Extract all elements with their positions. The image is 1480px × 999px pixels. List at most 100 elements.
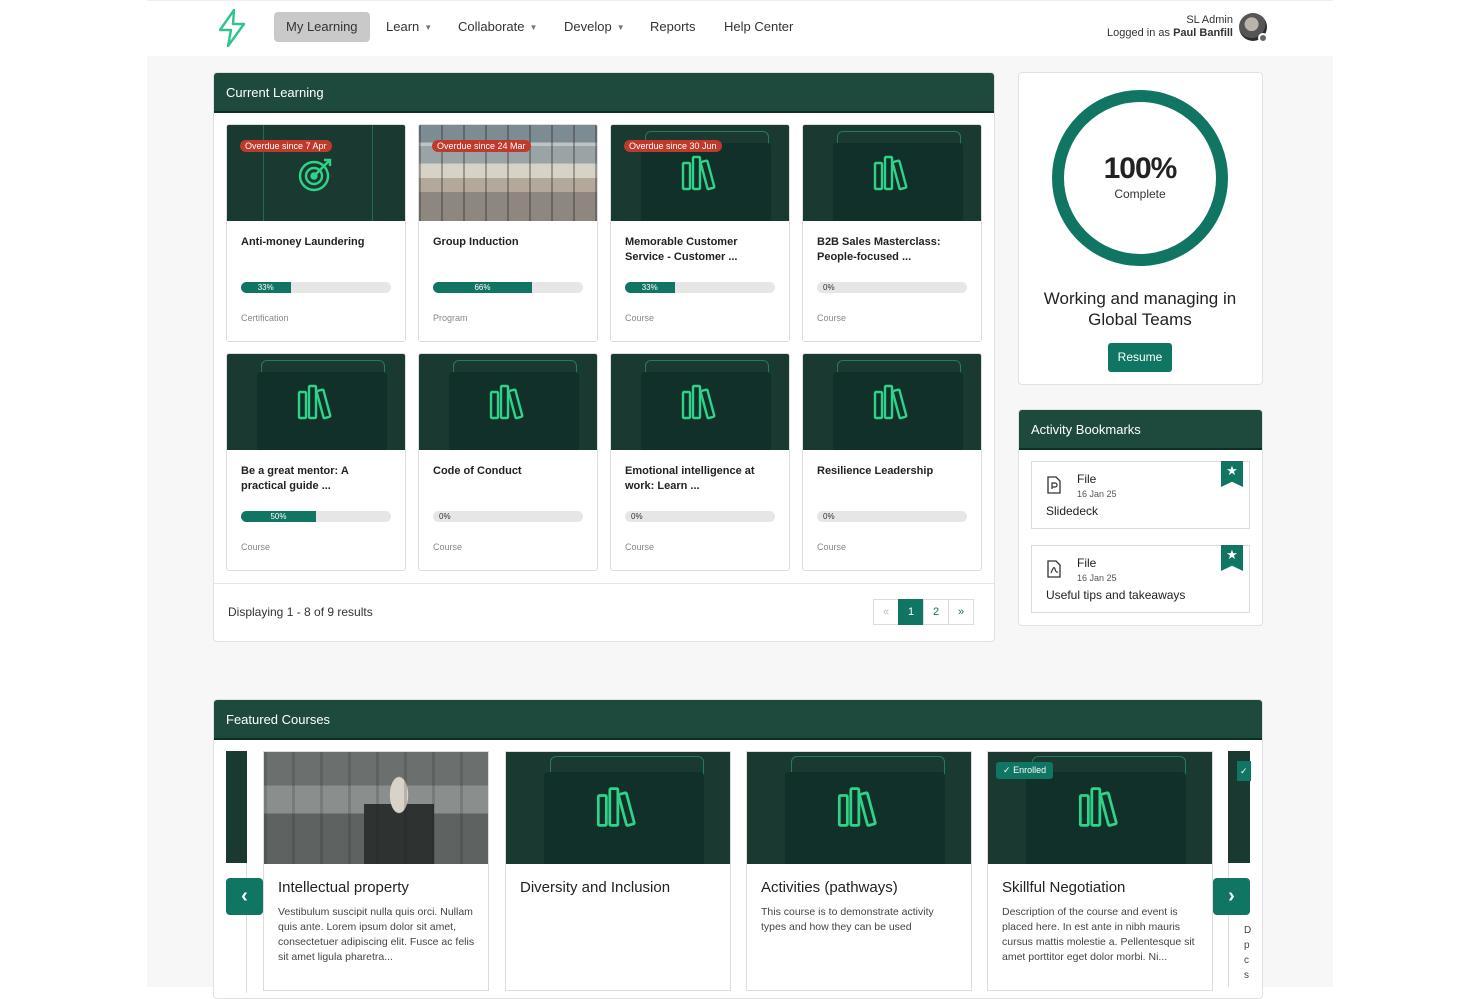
- user-name: Paul Banfill: [1173, 27, 1233, 39]
- course-card[interactable]: Overdue since 7 Apr Anti-money Laundering…: [226, 124, 406, 342]
- course-image: [803, 354, 981, 450]
- featured-card[interactable]: Diversity and Inclusion: [505, 751, 731, 991]
- pagination: « 1 2 »: [873, 599, 974, 625]
- resume-course-name[interactable]: Working and managing in Global Teams: [1020, 288, 1260, 330]
- nav-my-learning[interactable]: My Learning: [274, 12, 370, 42]
- books-icon: [873, 155, 908, 191]
- chevron-down-icon: ▼: [424, 23, 433, 32]
- course-card[interactable]: Code of Conduct 0% Course: [418, 353, 598, 571]
- course-image: [264, 752, 488, 864]
- course-type: Course: [625, 313, 655, 323]
- target-icon: [298, 158, 332, 192]
- course-image: Overdue since 24 Mar: [419, 125, 597, 221]
- pagination-page-1[interactable]: 1: [898, 599, 924, 625]
- user-role: SL Admin: [1186, 14, 1233, 26]
- progress-bar: 0%: [625, 511, 775, 522]
- course-title: B2B Sales Masterclass: People-focused ..…: [817, 236, 941, 263]
- carousel-next-button[interactable]: ›: [1213, 878, 1250, 915]
- nav-collaborate[interactable]: Collaborate ▼: [446, 12, 549, 42]
- user-login-text: Logged in as Paul Banfill: [1107, 27, 1233, 39]
- completion-percent: 100%: [1103, 152, 1178, 185]
- course-card[interactable]: Be a great mentor: A practical guide ...…: [226, 353, 406, 571]
- books-icon: [681, 155, 716, 191]
- course-title: Anti-money Laundering: [241, 236, 365, 248]
- progress-fill: 66%: [433, 282, 532, 293]
- progress-bar: 66%: [433, 282, 583, 293]
- featured-card[interactable]: ✓ Enrolled Skillful Negotiation Descript…: [987, 751, 1213, 991]
- course-type: Course: [625, 542, 655, 552]
- bookmark-item[interactable]: File 16 Jan 25 Useful tips and takeaways…: [1031, 545, 1250, 613]
- bookmark-name: Useful tips and takeaways: [1046, 588, 1186, 602]
- progress-bar: 0%: [817, 282, 967, 293]
- bookmark-item[interactable]: File 16 Jan 25 Slidedeck ★: [1031, 461, 1250, 529]
- nav-learn[interactable]: Learn ▼: [374, 12, 444, 42]
- books-icon: [596, 787, 636, 827]
- chevron-left-icon: ‹: [241, 885, 248, 907]
- course-image: Overdue since 30 Jun: [611, 125, 789, 221]
- course-image: [227, 354, 405, 450]
- pagination-prev[interactable]: «: [873, 599, 899, 625]
- progress-bar: 33%: [625, 282, 775, 293]
- course-card[interactable]: Overdue since 30 Jun Memorable Customer S…: [610, 124, 790, 342]
- nav-develop[interactable]: Develop ▼: [552, 12, 637, 42]
- featured-card-title: Skillful Negotiation: [1002, 879, 1126, 896]
- progress-label: 0%: [439, 512, 451, 521]
- pagination-page-2[interactable]: 2: [923, 599, 949, 625]
- pagination-next[interactable]: »: [948, 599, 974, 625]
- course-image: [506, 752, 730, 864]
- chevron-down-icon: ▼: [529, 23, 538, 32]
- progress-bar: 33%: [241, 282, 391, 293]
- course-type: Course: [817, 542, 847, 552]
- books-icon: [1078, 787, 1118, 827]
- books-icon: [837, 787, 877, 827]
- course-type: Course: [433, 542, 463, 552]
- completion-label: Complete: [1114, 187, 1166, 201]
- progress-label: 0%: [631, 512, 643, 521]
- course-image: [419, 354, 597, 450]
- course-card[interactable]: Emotional intelligence at work: Learn ..…: [610, 353, 790, 571]
- progress-label: 0%: [823, 283, 835, 292]
- progress-fill: 33%: [241, 282, 291, 293]
- overdue-badge: Overdue since 30 Jun: [624, 140, 722, 152]
- course-card[interactable]: B2B Sales Masterclass: People-focused ..…: [802, 124, 982, 342]
- featured-card[interactable]: Activities (pathways) This course is to …: [746, 751, 972, 991]
- books-icon: [681, 384, 716, 420]
- partial-desc: D p c s: [1244, 925, 1252, 981]
- course-title: Resilience Leadership: [817, 465, 934, 477]
- logo-icon[interactable]: [214, 8, 250, 48]
- check-icon: ✓: [1237, 761, 1251, 781]
- course-image: ✓ Enrolled: [988, 752, 1212, 864]
- featured-card[interactable]: Intellectual property Vestibulum suscipi…: [263, 751, 489, 991]
- nav-help-center[interactable]: Help Center: [712, 12, 805, 42]
- progress-fill: 50%: [241, 511, 316, 522]
- bookmark-type: File: [1077, 556, 1097, 570]
- nav-label: Develop: [564, 19, 612, 34]
- course-card[interactable]: Overdue since 24 Mar Group Induction 66% Pr…: [418, 124, 598, 342]
- bookmark-date: 16 Jan 25: [1077, 489, 1117, 499]
- course-type: Course: [817, 313, 847, 323]
- nav-reports[interactable]: Reports: [638, 12, 708, 42]
- overdue-badge: Overdue since 24 Mar: [432, 140, 531, 152]
- course-image: [803, 125, 981, 221]
- carousel-prev-button[interactable]: ‹: [226, 878, 263, 915]
- course-title: Code of Conduct: [433, 465, 522, 477]
- nav-label: Collaborate: [458, 19, 525, 34]
- bookmark-date: 16 Jan 25: [1077, 573, 1117, 583]
- nav-label: My Learning: [286, 19, 358, 34]
- bookmark-type: File: [1077, 472, 1097, 486]
- resume-button[interactable]: Resume: [1108, 343, 1172, 372]
- file-pdf-icon: [1047, 560, 1061, 578]
- check-icon: ✓: [1003, 765, 1011, 775]
- bookmark-star-icon[interactable]: ★: [1221, 461, 1243, 487]
- nav-label: Reports: [650, 19, 696, 34]
- course-title: Be a great mentor: A practical guide ...: [241, 465, 349, 492]
- course-image: Overdue since 7 Apr: [227, 125, 405, 221]
- overdue-badge: Overdue since 7 Apr: [240, 140, 332, 152]
- enrolled-badge: ✓ Enrolled: [996, 762, 1054, 779]
- books-icon: [489, 384, 524, 420]
- nav-label: Learn: [386, 19, 420, 34]
- bookmark-star-icon[interactable]: ★: [1221, 545, 1243, 571]
- course-card[interactable]: Resilience Leadership 0% Course: [802, 353, 982, 571]
- course-type: Course: [241, 542, 271, 552]
- featured-card-title: Intellectual property: [278, 879, 409, 896]
